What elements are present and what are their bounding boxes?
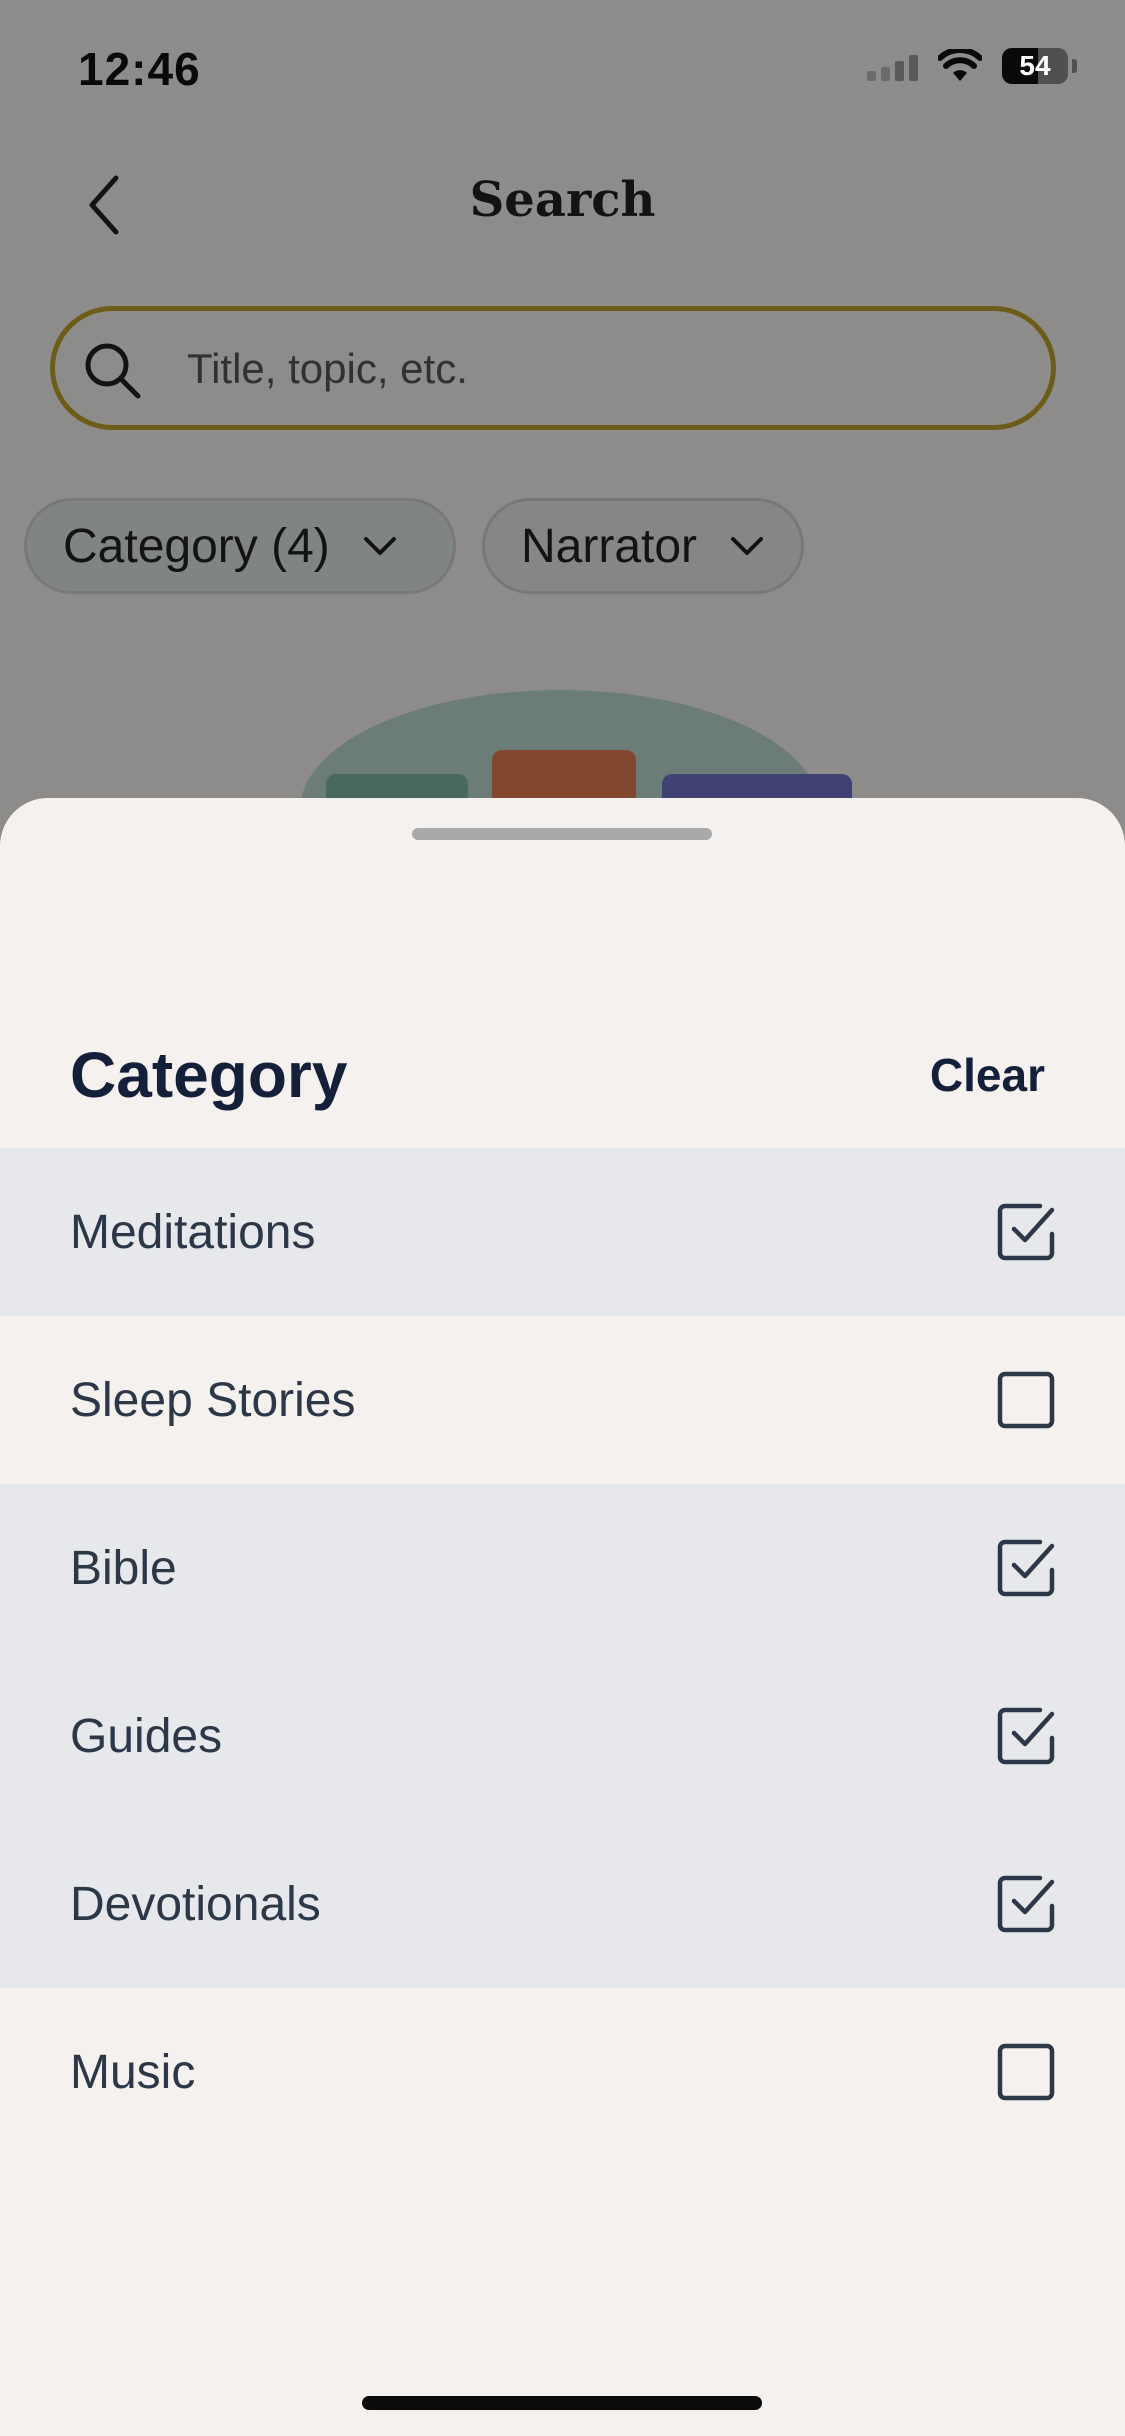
category-options-list: Meditations Sleep Stories Bible Guides D… bbox=[0, 1148, 1125, 2156]
sheet-grabber[interactable] bbox=[412, 828, 712, 840]
checkbox-checked-icon[interactable] bbox=[996, 1538, 1056, 1598]
checkbox-checked-icon[interactable] bbox=[996, 1202, 1056, 1262]
clear-button[interactable]: Clear bbox=[930, 1048, 1045, 1102]
option-sleep-stories[interactable]: Sleep Stories bbox=[0, 1316, 1125, 1484]
option-label: Music bbox=[70, 2045, 196, 2099]
battery-icon: 54 bbox=[1002, 48, 1068, 84]
sheet-title: Category bbox=[70, 1039, 348, 1111]
option-label: Guides bbox=[70, 1709, 223, 1763]
option-label: Sleep Stories bbox=[70, 1373, 356, 1427]
option-label: Bible bbox=[70, 1541, 177, 1595]
category-filter-sheet: Category Clear Meditations Sleep Stories… bbox=[0, 798, 1125, 2436]
checkbox-checked-icon[interactable] bbox=[996, 1706, 1056, 1766]
checkbox-empty-icon[interactable] bbox=[996, 1370, 1056, 1430]
checkbox-empty-icon[interactable] bbox=[996, 2042, 1056, 2102]
option-meditations[interactable]: Meditations bbox=[0, 1148, 1125, 1316]
home-indicator[interactable] bbox=[362, 2396, 762, 2410]
option-devotionals[interactable]: Devotionals bbox=[0, 1820, 1125, 1988]
option-music[interactable]: Music bbox=[0, 1988, 1125, 2156]
option-bible[interactable]: Bible bbox=[0, 1484, 1125, 1652]
checkbox-checked-icon[interactable] bbox=[996, 1874, 1056, 1934]
option-label: Devotionals bbox=[70, 1877, 321, 1931]
option-label: Meditations bbox=[70, 1205, 316, 1259]
option-guides[interactable]: Guides bbox=[0, 1652, 1125, 1820]
battery-percent: 54 bbox=[1019, 50, 1051, 81]
